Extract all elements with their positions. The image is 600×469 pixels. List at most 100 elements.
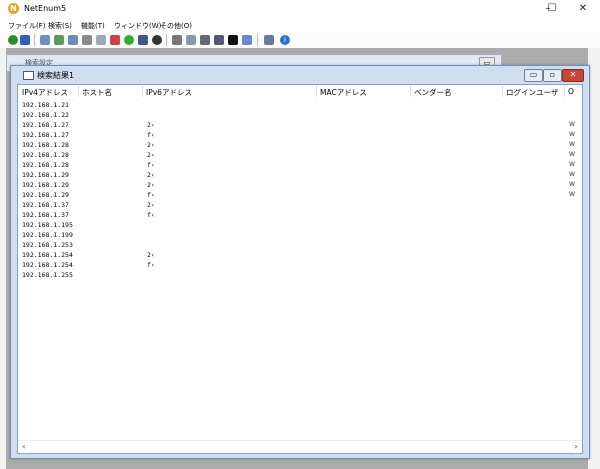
window-icon (23, 71, 34, 80)
report-icon[interactable] (110, 35, 120, 45)
table-row[interactable]: 192.168.1.37 2‹ (18, 201, 582, 211)
ipv4-cell: 192.168.1.28 (22, 161, 69, 169)
column-header-ipv6[interactable]: IPv6アドレス (142, 87, 316, 99)
ipv6-cell: f‹ (147, 211, 155, 219)
ipv6-cell: 2‹ (147, 181, 155, 189)
calculator-icon[interactable] (172, 35, 182, 45)
table-row[interactable]: 192.168.1.253 (18, 241, 582, 251)
mail-icon[interactable] (242, 35, 252, 45)
table-icon[interactable] (96, 35, 106, 45)
ipv4-cell: 192.168.1.37 (22, 211, 69, 219)
results-close-button[interactable]: ✕ (562, 69, 584, 82)
table-row[interactable]: 192.168.1.27 f‹ W (18, 131, 582, 141)
globe-icon[interactable] (124, 35, 134, 45)
scroll-right-icon[interactable]: › (570, 441, 582, 453)
o-cell: W (569, 121, 575, 128)
ipv6-cell: f‹ (147, 161, 155, 169)
search-start-icon[interactable] (8, 35, 18, 45)
table-row[interactable]: 192.168.1.29 2‹ W (18, 181, 582, 191)
copy-icon[interactable] (68, 35, 78, 45)
menu-window[interactable]: ウィンドウ(W) (114, 21, 161, 31)
column-header-hostname[interactable]: ホスト名 (78, 87, 142, 99)
ipv6-cell: f‹ (147, 131, 155, 139)
column-header-ipv4[interactable]: IPv4アドレス (18, 87, 78, 99)
table-row[interactable]: 192.168.1.27 2‹ W (18, 121, 582, 131)
info-icon[interactable]: i (280, 35, 290, 45)
ipv4-cell: 192.168.1.195 (22, 221, 73, 229)
settings-wrench-icon[interactable] (264, 35, 274, 45)
ipv4-cell: 192.168.1.254 (22, 251, 73, 259)
o-cell: W (569, 171, 575, 178)
table-row[interactable]: 192.168.1.199 (18, 231, 582, 241)
close-button[interactable]: ✕ (566, 0, 600, 18)
terminal-icon[interactable] (228, 35, 238, 45)
mdi-area: 検索設定 ▭ 検索結果1 ▭ ▫ ✕ IPv4アドレス ホスト名 IPv6アドレ… (0, 48, 600, 469)
toolbar: i (0, 32, 600, 49)
save-icon[interactable] (20, 35, 30, 45)
network-icon[interactable] (54, 35, 64, 45)
table-row[interactable]: 192.168.1.29 2‹ W (18, 171, 582, 181)
ipv6-cell: 2‹ (147, 171, 155, 179)
horizontal-scrollbar[interactable]: ‹ › (18, 440, 582, 453)
table-row[interactable]: 192.168.1.28 2‹ W (18, 141, 582, 151)
column-header-o[interactable]: O (564, 87, 582, 99)
menu-other[interactable]: その他(O) (160, 21, 192, 31)
toolbar-separator (166, 34, 167, 46)
table-row[interactable]: 192.168.1.254 f‹ (18, 261, 582, 271)
results-minimize-button[interactable]: ▭ (524, 69, 543, 82)
toolbar-separator (34, 34, 35, 46)
column-header-login-user[interactable]: ログインユーザ (502, 87, 564, 99)
table-row[interactable]: 192.168.1.28 f‹ W (18, 161, 582, 171)
list-icon[interactable] (40, 35, 50, 45)
app-titlebar: N NetEnum5 – ☐ ✕ (0, 0, 600, 18)
ipv4-cell: 192.168.1.37 (22, 201, 69, 209)
results-restore-button[interactable]: ▫ (543, 69, 562, 82)
ipv4-cell: 192.168.1.21 (22, 101, 69, 109)
folder-icon[interactable] (214, 35, 224, 45)
ipv4-cell: 192.168.1.22 (22, 111, 69, 119)
o-cell: W (569, 131, 575, 138)
table-row[interactable]: 192.168.1.29 f‹ W (18, 191, 582, 201)
toolbar-separator (257, 34, 258, 46)
mdi-left-strip (0, 48, 6, 469)
menu-file[interactable]: ファイル(F) (8, 21, 46, 31)
ipv4-cell: 192.168.1.254 (22, 261, 73, 269)
ipv4-cell: 192.168.1.27 (22, 131, 69, 139)
tools-icon[interactable] (200, 35, 210, 45)
maximize-button[interactable]: ☐ (535, 0, 569, 18)
column-header-vendor[interactable]: ベンダー名 (410, 87, 502, 99)
table-row[interactable]: 192.168.1.28 2‹ W (18, 151, 582, 161)
printer-icon[interactable] (186, 35, 196, 45)
window-icon[interactable] (82, 35, 92, 45)
monitor-icon[interactable] (138, 35, 148, 45)
table-row[interactable]: 192.168.1.195 (18, 221, 582, 231)
table-row[interactable]: 192.168.1.37 f‹ (18, 211, 582, 221)
menu-function[interactable]: 機能(T) (81, 21, 105, 31)
ipv4-cell: 192.168.1.27 (22, 121, 69, 129)
table-row[interactable]: 192.168.1.254 2‹ (18, 251, 582, 261)
netenum-logo-icon: N (8, 3, 19, 14)
ipv6-cell: 2‹ (147, 121, 155, 129)
menu-bar: ファイル(F) 検索(S) 機能(T) ウィンドウ(W) その他(O) (0, 18, 600, 32)
results-window[interactable]: 検索結果1 ▭ ▫ ✕ IPv4アドレス ホスト名 IPv6アドレス MACアド… (10, 65, 590, 459)
column-header-mac[interactable]: MACアドレス (316, 87, 410, 99)
ipv4-cell: 192.168.1.29 (22, 181, 69, 189)
menu-search[interactable]: 検索(S) (48, 21, 72, 31)
o-cell: W (569, 141, 575, 148)
o-cell: W (569, 181, 575, 188)
results-table: IPv4アドレス ホスト名 IPv6アドレス MACアドレス ベンダー名 ログイ… (17, 84, 583, 454)
ipv4-cell: 192.168.1.28 (22, 151, 69, 159)
ipv6-cell: 2‹ (147, 251, 155, 259)
scroll-left-icon[interactable]: ‹ (18, 441, 30, 453)
o-cell: W (569, 191, 575, 198)
o-cell: W (569, 151, 575, 158)
ipv6-cell: 2‹ (147, 141, 155, 149)
table-row[interactable]: 192.168.1.255 (18, 271, 582, 281)
table-row[interactable]: 192.168.1.21 (18, 101, 582, 111)
ipv6-cell: 2‹ (147, 151, 155, 159)
ipv4-cell: 192.168.1.29 (22, 191, 69, 199)
eraser-icon[interactable] (152, 35, 162, 45)
table-row[interactable]: 192.168.1.22 (18, 111, 582, 121)
ipv4-cell: 192.168.1.28 (22, 141, 69, 149)
ipv4-cell: 192.168.1.253 (22, 241, 73, 249)
